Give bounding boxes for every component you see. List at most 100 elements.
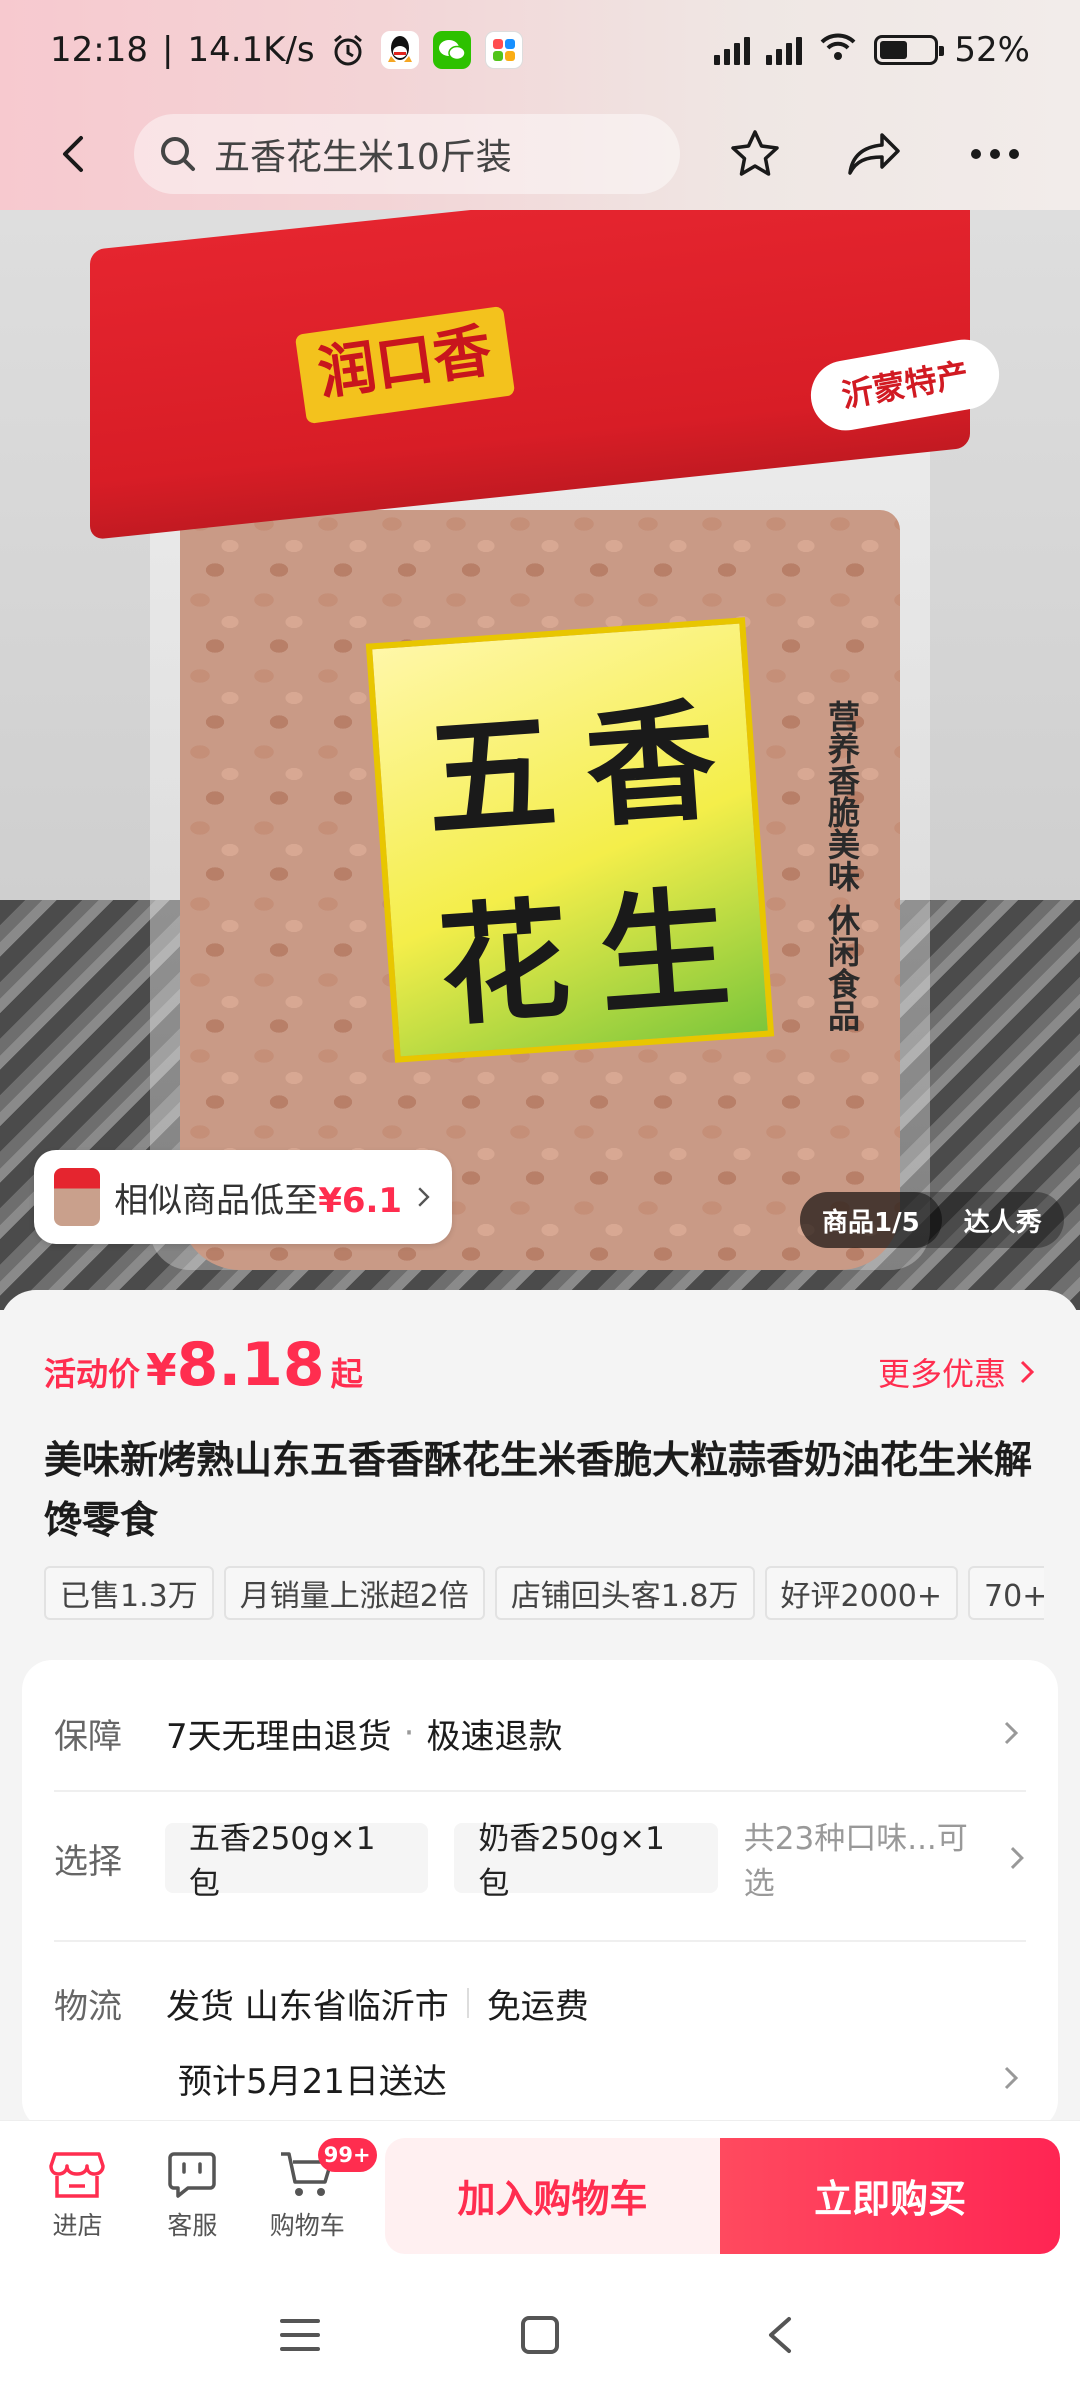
price-value: 8.18 <box>176 1330 325 1400</box>
price-suffix: 起 <box>330 1355 363 1393</box>
back-icon <box>63 136 83 172</box>
status-time: 12:18 <box>50 30 148 70</box>
product-label-panel: 五 香 花 生 <box>365 617 775 1063</box>
select-row[interactable]: 选择 五香250g×1包 奶香250g×1包 共23种口味...可选 <box>54 1808 1026 1908</box>
product-info-card: 活动价 ¥ 8.18 起 更多优惠 美味新烤熟山东五香香酥花生米香脆大粒蒜香奶油… <box>0 1290 1080 2130</box>
guarantee-item: 7天无理由退货 <box>166 1716 392 1757</box>
option-wuxiang[interactable]: 五香250g×1包 <box>164 1821 429 1902</box>
ship-from: 发货 山东省临沂市 <box>166 1986 449 2027</box>
bottom-action-bar: 进店 客服 99+ 购物车 加入购物车 立即购买 <box>0 2120 1080 2270</box>
more-button[interactable] <box>950 109 1040 199</box>
chevron-right-icon <box>1020 1360 1035 1384</box>
buy-now-button[interactable]: 立即购买 <box>720 2137 1061 2254</box>
more-offers-label: 更多优惠 <box>877 1355 1006 1393</box>
store-label: 进店 <box>52 2210 103 2240</box>
option-naixiang[interactable]: 奶香250g×1包 <box>454 1821 718 1902</box>
service-label: 客服 <box>167 2210 218 2240</box>
star-icon <box>731 130 779 176</box>
store-button[interactable]: 进店 <box>20 2150 135 2242</box>
select-label: 选择 <box>54 1841 122 1882</box>
back-triangle-icon <box>769 2317 791 2353</box>
chat-icon <box>168 2151 217 2198</box>
more-options-link[interactable]: 共23种口味...可选 <box>744 1813 1026 1903</box>
divider <box>54 1790 1026 1792</box>
similar-products-text: 相似商品低至¥6.1 <box>114 1173 402 1222</box>
battery-icon <box>874 35 945 65</box>
status-right: 52% <box>714 30 1030 71</box>
status-separator: | <box>161 30 174 70</box>
price-currency: ¥ <box>146 1345 177 1396</box>
guarantee-item: 极速退款 <box>426 1716 563 1757</box>
eta-row[interactable]: 预计5月21日送达 <box>54 2038 1026 2118</box>
search-icon <box>161 137 195 171</box>
cart-button[interactable]: 99+ 购物车 <box>250 2137 377 2242</box>
store-icon <box>49 2151 106 2198</box>
tag-monthly-sales: 月销量上涨超2倍 <box>223 1566 485 1620</box>
divider <box>54 1940 1026 1942</box>
bag-side-text: 营养香脆美味 休闲食品 <box>823 700 861 1032</box>
search-input[interactable]: 五香花生米10斤装 <box>214 128 512 180</box>
product-image-gallery[interactable]: 润口香 沂蒙特产 五 香 花 生 营养香脆美味 休闲食品 相似商品低至¥6.1 … <box>0 210 1080 1310</box>
chevron-right-icon <box>996 2063 1026 2093</box>
back-button[interactable] <box>30 109 120 199</box>
status-left: 12:18 | 14.1K/s <box>50 30 523 70</box>
product-bag-image: 润口香 沂蒙特产 五 香 花 生 营养香脆美味 休闲食品 <box>90 210 1005 1270</box>
separator <box>466 1988 469 2018</box>
tag-good-reviews: 好评2000+ <box>764 1566 959 1620</box>
add-to-cart-button[interactable]: 加入购物车 <box>384 2137 721 2254</box>
similar-price: ¥6.1 <box>318 1180 403 1221</box>
label-char: 花 <box>434 882 575 1045</box>
label-characters: 五 香 花 生 <box>404 655 747 1044</box>
status-net-speed: 14.1K/s <box>187 30 315 70</box>
guarantee-row[interactable]: 保障 7天无理由退货 · 极速退款 <box>54 1688 1026 1778</box>
shipping-info: 发货 山东省临沂市 免运费 <box>166 1979 589 2028</box>
chevron-right-icon <box>1011 1847 1025 1869</box>
app-icon <box>484 31 523 69</box>
chevron-right-icon <box>418 1187 430 1207</box>
label-char: 生 <box>593 871 735 1034</box>
nav-bar: 五香花生米10斤装 <box>0 104 1080 204</box>
tag-sold: 已售1.3万 <box>44 1566 214 1620</box>
separator-dot: · <box>403 1713 415 1753</box>
product-tags: 已售1.3万 月销量上涨超2倍 店铺回头客1.8万 好评2000+ 70+达 <box>44 1566 1044 1620</box>
share-icon <box>848 133 900 175</box>
customer-service-button[interactable]: 客服 <box>135 2150 250 2242</box>
tab-influencer-show[interactable]: 达人秀 <box>942 1192 1064 1248</box>
recent-apps-button[interactable] <box>260 2295 340 2375</box>
logistics-row[interactable]: 物流 发货 山东省临沂市 免运费 <box>54 1958 1026 2048</box>
gallery-tabs: 商品1/5 达人秀 <box>800 1192 1064 1248</box>
similar-prefix: 相似商品低至 <box>114 1180 319 1221</box>
tag-more: 70+达 <box>968 1566 1044 1620</box>
nav-actions <box>710 109 1050 199</box>
share-button[interactable] <box>830 109 920 199</box>
home-button[interactable] <box>500 2295 580 2375</box>
tab-products[interactable]: 商品1/5 <box>800 1192 942 1248</box>
status-bar: 12:18 | 14.1K/s 52% <box>0 0 1080 100</box>
guarantee-label: 保障 <box>54 1716 122 1757</box>
favorite-button[interactable] <box>710 109 800 199</box>
system-nav-bar <box>0 2270 1080 2400</box>
more-offers-link[interactable]: 更多优惠 <box>878 1349 1036 1395</box>
top-header: 12:18 | 14.1K/s 52% 五香花生米10斤装 <box>0 0 1080 210</box>
alarm-icon <box>329 31 367 69</box>
delivery-eta: 预计5月21日送达 <box>178 2061 447 2102</box>
purchase-buttons: 加入购物车 立即购买 <box>384 2137 1061 2254</box>
similar-product-thumb <box>54 1168 101 1226</box>
cart-label: 购物车 <box>269 2210 345 2240</box>
price-label: 活动价 <box>44 1355 141 1393</box>
system-back-button[interactable] <box>740 2295 820 2375</box>
label-char: 香 <box>580 683 722 846</box>
service-card: 保障 7天无理由退货 · 极速退款 选择 五香250g×1包 奶香250g×1包… <box>22 1660 1058 2130</box>
search-bar[interactable]: 五香花生米10斤装 <box>134 114 680 194</box>
signal-icon <box>714 35 751 65</box>
cart-badge: 99+ <box>317 2137 377 2172</box>
tag-repeat-customers: 店铺回头客1.8万 <box>494 1566 755 1620</box>
label-char: 五 <box>421 694 562 857</box>
battery-percent: 52% <box>954 30 1030 70</box>
logistics-label: 物流 <box>54 1986 122 2027</box>
chevron-right-icon <box>996 1718 1026 1748</box>
ship-fee: 免运费 <box>486 1986 589 2027</box>
similar-products-chip[interactable]: 相似商品低至¥6.1 <box>34 1150 452 1244</box>
product-title: 美味新烤熟山东五香香酥花生米香脆大粒蒜香奶油花生米解馋零食 <box>44 1438 1033 1542</box>
more-options-text: 共23种口味...可选 <box>743 1821 968 1902</box>
